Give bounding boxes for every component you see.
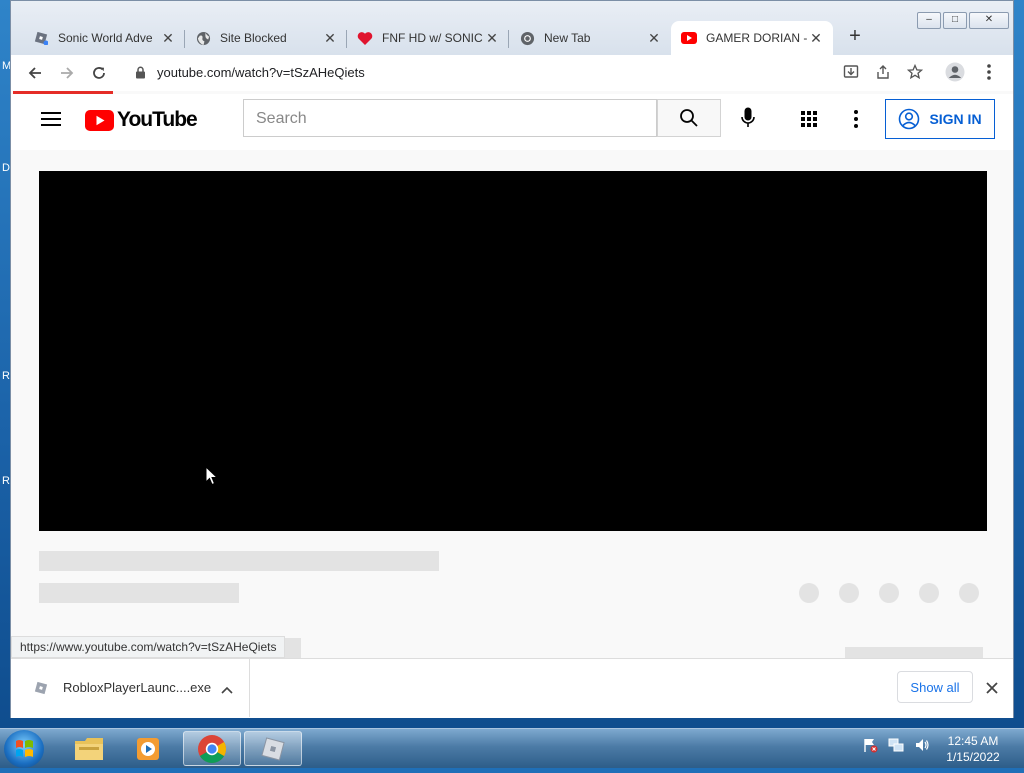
action-placeholder <box>839 583 859 603</box>
page-content: YouTube Search SIGN IN https://www.youtu… <box>11 91 1013 658</box>
taskbar: 12:45 AM 1/15/2022 <box>0 728 1024 768</box>
download-shelf: RobloxPlayerLaunc....exe Show all <box>11 658 1013 718</box>
url-text[interactable]: youtube.com/watch?v=tSzAHeQiets <box>157 65 365 80</box>
taskbar-roblox[interactable] <box>244 731 302 766</box>
tab-fnf-hd[interactable]: FNF HD w/ SONIC ✕ <box>347 21 509 55</box>
tab-gamer-dorian[interactable]: GAMER DORIAN - ✕ <box>671 21 833 55</box>
search-input[interactable]: Search <box>243 99 657 137</box>
hamburger-menu-icon[interactable] <box>41 111 61 132</box>
mouse-cursor-icon <box>205 465 219 491</box>
apps-grid-icon[interactable] <box>801 111 817 132</box>
action-placeholder <box>959 583 979 603</box>
action-center-flag-icon[interactable] <box>862 737 878 753</box>
profile-avatar-icon[interactable] <box>945 62 965 82</box>
subscribe-placeholder <box>845 647 983 658</box>
windows-logo-icon <box>16 740 33 757</box>
chevron-up-icon[interactable] <box>221 681 233 699</box>
window-controls: – □ ✕ <box>917 12 1009 29</box>
address-bar[interactable]: youtube.com/watch?v=tSzAHeQiets <box>125 59 995 87</box>
download-file-name[interactable]: RobloxPlayerLaunc....exe <box>63 680 211 695</box>
back-arrow-icon[interactable] <box>25 63 45 83</box>
youtube-logo-icon <box>85 109 114 131</box>
meta-placeholder <box>39 583 239 603</box>
chrome-icon <box>198 734 226 763</box>
action-placeholder <box>799 583 819 603</box>
taskbar-clock[interactable]: 12:45 AM 1/15/2022 <box>938 733 1008 765</box>
sign-in-label: SIGN IN <box>929 111 982 127</box>
reload-icon[interactable] <box>89 63 109 83</box>
tab-site-blocked[interactable]: Site Blocked ✕ <box>185 21 347 55</box>
sign-in-button[interactable]: SIGN IN <box>885 99 995 139</box>
account-icon <box>899 108 920 130</box>
tab-title: New Tab <box>544 31 591 45</box>
tab-sonic-world[interactable]: Sonic World Adve ✕ <box>23 21 185 55</box>
roblox-file-icon <box>33 680 49 701</box>
new-tab-button[interactable]: + <box>844 25 866 48</box>
browser-toolbar: youtube.com/watch?v=tSzAHeQiets <box>11 55 1013 91</box>
youtube-logo-text: YouTube <box>117 108 198 131</box>
close-tab-icon[interactable]: ✕ <box>161 30 175 47</box>
action-placeholder <box>919 583 939 603</box>
taskbar-chrome[interactable] <box>183 731 241 766</box>
action-placeholder <box>879 583 899 603</box>
search-icon <box>680 109 698 127</box>
microphone-icon[interactable] <box>741 107 755 134</box>
roblox-icon <box>33 30 49 46</box>
youtube-logo[interactable]: YouTube <box>85 108 198 132</box>
heart-icon <box>357 30 373 46</box>
tab-title: Site Blocked <box>220 31 287 45</box>
start-button[interactable] <box>4 730 44 768</box>
bookmark-star-icon[interactable] <box>905 62 925 82</box>
video-player[interactable] <box>39 171 987 531</box>
globe-icon <box>195 30 211 46</box>
title-bar: – □ ✕ Sonic World Adve ✕ Site Blocked ✕ <box>11 1 1013 55</box>
search-button[interactable] <box>657 99 721 137</box>
forward-arrow-icon[interactable] <box>57 63 77 83</box>
share-icon[interactable] <box>873 62 893 82</box>
close-tab-icon[interactable]: ✕ <box>809 30 823 47</box>
chrome-icon <box>519 30 535 46</box>
taskbar-media-player[interactable] <box>120 731 178 766</box>
network-icon[interactable] <box>888 737 904 753</box>
tab-strip: Sonic World Adve ✕ Site Blocked ✕ FNF HD… <box>23 21 833 55</box>
tab-title: FNF HD w/ SONIC <box>382 31 483 45</box>
show-all-button[interactable]: Show all <box>897 671 973 703</box>
close-window-button[interactable]: ✕ <box>969 12 1009 29</box>
divider <box>249 659 250 717</box>
clock-date: 1/15/2022 <box>946 750 1000 764</box>
settings-more-icon[interactable] <box>854 110 858 133</box>
media-player-icon <box>137 737 159 760</box>
taskbar-explorer[interactable] <box>60 731 118 766</box>
system-tray <box>862 737 930 753</box>
title-placeholder <box>39 551 439 571</box>
desktop-icon-label[interactable]: R <box>2 475 10 487</box>
search-placeholder: Search <box>256 110 307 127</box>
status-bar-url: https://www.youtube.com/watch?v=tSzAHeQi… <box>11 636 286 658</box>
clock-time: 12:45 AM <box>947 734 999 748</box>
close-tab-icon[interactable]: ✕ <box>647 30 661 47</box>
browser-menu-icon[interactable] <box>979 62 999 82</box>
roblox-icon <box>261 736 285 761</box>
tab-new-tab[interactable]: New Tab ✕ <box>509 21 671 55</box>
maximize-button[interactable]: □ <box>943 12 967 29</box>
folder-icon <box>75 737 103 760</box>
browser-window: – □ ✕ Sonic World Adve ✕ Site Blocked ✕ <box>10 0 1014 718</box>
youtube-icon <box>681 30 697 46</box>
desktop-icon-label[interactable]: R <box>2 370 10 382</box>
tab-title: GAMER DORIAN - <box>706 31 808 45</box>
volume-icon[interactable] <box>914 737 930 753</box>
minimize-button[interactable]: – <box>917 12 941 29</box>
install-app-icon[interactable] <box>841 62 861 82</box>
close-tab-icon[interactable]: ✕ <box>323 30 337 47</box>
youtube-masthead: YouTube Search SIGN IN <box>11 94 1013 150</box>
close-icon[interactable] <box>986 681 998 699</box>
desktop-icon-label[interactable]: D <box>2 162 10 174</box>
lock-icon[interactable] <box>135 66 146 84</box>
tab-title: Sonic World Adve <box>58 31 153 45</box>
close-tab-icon[interactable]: ✕ <box>485 30 499 47</box>
